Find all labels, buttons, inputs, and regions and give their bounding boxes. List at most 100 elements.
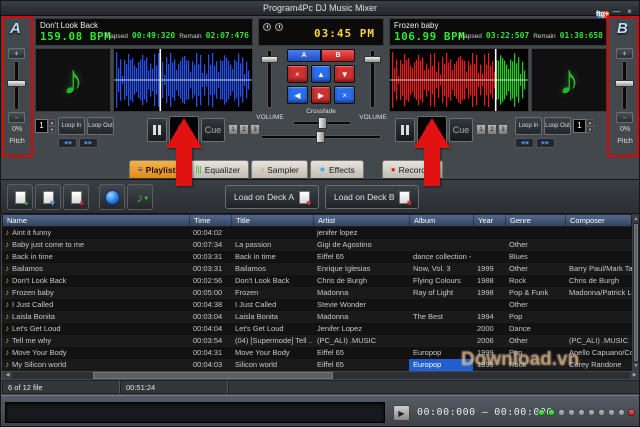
deck-b-pause-button[interactable] xyxy=(395,118,415,142)
column-header-album[interactable]: Album xyxy=(410,215,474,226)
deck-a-hotcue-3-button[interactable]: 3 xyxy=(250,124,260,135)
deck-a-skip-back-button[interactable]: ◀◀ xyxy=(58,138,77,148)
tab-effects[interactable]: ★Effects xyxy=(310,160,364,179)
deck-b-volume-thumb[interactable] xyxy=(364,56,381,63)
column-header-title[interactable]: Title xyxy=(232,215,314,226)
deck-a-pitch-plus-button[interactable]: + xyxy=(8,48,25,59)
cell-album: Now, Vol. 3 xyxy=(409,263,473,275)
tab-playlist[interactable]: ≡Playlist xyxy=(129,160,184,179)
tab-equalizer[interactable]: |||Equalizer xyxy=(186,160,249,179)
deck-a-hotcue-2-button[interactable]: 2 xyxy=(239,124,249,135)
spinner-up-icon[interactable]: ▲ xyxy=(48,119,56,126)
vertical-scrollbar-thumb[interactable] xyxy=(634,224,638,361)
deck-a-hotcue-1-button[interactable]: 1 xyxy=(228,124,238,135)
deck-b-hotcue-3-button[interactable]: 3 xyxy=(498,124,508,135)
deck-b-waveform[interactable] xyxy=(390,49,528,111)
deck-a-pitch-minus-button[interactable]: - xyxy=(8,112,25,123)
spinner-down-icon[interactable]: ▼ xyxy=(586,126,594,133)
mixer-pad[interactable]: ▼ xyxy=(334,65,355,83)
master-balance-thumb[interactable] xyxy=(316,131,325,143)
deck-a-loop-out-button[interactable]: Loop Out xyxy=(87,117,114,135)
playlist-vertical-scrollbar[interactable]: ▲ ▼ xyxy=(632,214,640,371)
deck-b-loop-out-button[interactable]: Loop Out xyxy=(544,117,571,135)
playlist-row[interactable]: ♪I Just Called00:04:38I Just CalledStevi… xyxy=(2,299,632,311)
minimize-button[interactable]: — xyxy=(611,7,622,18)
playlist-row[interactable]: ♪Tell me why00:03:54(04) [Supermode] Tel… xyxy=(2,335,632,347)
scroll-up-icon[interactable]: ▲ xyxy=(633,215,639,223)
playlist-row[interactable]: ♪Frozen baby00:05:00FrozenMadonnaRay of … xyxy=(2,287,632,299)
preview-play-button[interactable]: ▶ xyxy=(393,405,410,421)
mixer-pad[interactable]: × xyxy=(287,65,308,83)
deck-b-loop-count[interactable]: 1 xyxy=(573,119,586,133)
spinner-down-icon[interactable]: ▼ xyxy=(48,126,56,133)
add-file-button[interactable]: + xyxy=(7,184,33,210)
cell-year: 1999 xyxy=(473,263,505,275)
deck-a-loop-in-button[interactable]: Loop In xyxy=(58,117,85,135)
search-online-button[interactable] xyxy=(99,184,125,210)
deck-b-pitch-minus-button[interactable]: - xyxy=(616,112,633,123)
playlist-row[interactable]: ♪Laisla Bonita00:03:04Laisla BonitaMadon… xyxy=(2,311,632,323)
deck-b-skip-forward-button[interactable]: ▶▶ xyxy=(536,138,555,148)
crossfader-assign-b-button[interactable]: B xyxy=(321,49,355,62)
close-button[interactable]: × xyxy=(624,7,635,18)
deck-a-skip-forward-button[interactable]: ▶▶ xyxy=(79,138,98,148)
deck-b-bpm: 106.99 BPM xyxy=(394,30,465,43)
deck-b-cue-button[interactable]: Cue xyxy=(449,118,473,142)
deck-a-cue-button[interactable]: Cue xyxy=(201,118,225,142)
playlist-row[interactable]: ♪Baby just come to me00:07:34La passionG… xyxy=(2,239,632,251)
cell-album: dance collection - I RIE... xyxy=(409,251,473,263)
playlist-row[interactable]: ♪Let's Get Loud00:04:04Let's Get LoudJen… xyxy=(2,323,632,335)
column-header-time[interactable]: Time xyxy=(190,215,232,226)
column-header-artist[interactable]: Artist xyxy=(314,215,410,226)
column-header-composer[interactable]: Composer xyxy=(566,215,633,226)
cell-year: 1998 xyxy=(473,287,505,299)
column-header-year[interactable]: Year xyxy=(474,215,506,226)
playlist-horizontal-scrollbar[interactable]: ◀ ▶ xyxy=(2,371,640,380)
playlist-row[interactable]: ♪Bailamos00:03:31BailamosEnrique Iglesia… xyxy=(2,263,632,275)
deck-b-pitch-slider-thumb[interactable] xyxy=(615,80,634,87)
scroll-left-icon[interactable]: ◀ xyxy=(3,372,12,379)
deck-a-pitch-slider-thumb[interactable] xyxy=(7,80,26,87)
remove-file-button[interactable]: × xyxy=(63,184,89,210)
playlist-row[interactable]: ♪Don't Look Back00:02:56Don't Look BackC… xyxy=(2,275,632,287)
playlist-row[interactable]: ♪Back in time00:03:31Back in timeEiffel … xyxy=(2,251,632,263)
import-music-button[interactable]: ♪▼ xyxy=(127,184,153,210)
scroll-down-icon[interactable]: ▼ xyxy=(633,362,639,370)
mixer-pad[interactable]: × xyxy=(334,86,355,104)
column-header-genre[interactable]: Genre xyxy=(506,215,566,226)
deck-b-artwork-panel: ♪ xyxy=(531,48,607,112)
elapsed-clock-icon[interactable] xyxy=(263,23,271,31)
load-on-deck-b-button[interactable]: Load on Deck B ▼ xyxy=(325,185,419,209)
deck-b-skip-back-button[interactable]: ◀◀ xyxy=(515,138,534,148)
tab-recorder[interactable]: ●Recorder xyxy=(382,160,443,179)
column-header-name[interactable]: Name xyxy=(3,215,190,226)
mixer-pad[interactable]: ◀ xyxy=(287,86,308,104)
deck-a-pause-button[interactable] xyxy=(147,118,167,142)
googleplus-icon[interactable]: g+ xyxy=(601,11,609,18)
load-on-deck-a-button[interactable]: Load on Deck A ▼ xyxy=(225,185,319,209)
deck-b-play-button[interactable]: ▶ xyxy=(417,116,447,144)
deck-b-pitch-plus-button[interactable]: + xyxy=(616,48,633,59)
tab-sampler[interactable]: ♪Sampler xyxy=(251,160,308,179)
spinner-up-icon[interactable]: ▲ xyxy=(586,119,594,126)
deck-a-volume-thumb[interactable] xyxy=(261,56,278,63)
playlist-row[interactable]: ♪Aint it funny00:04:02jenifer lopez xyxy=(2,227,632,239)
deck-b-transport: ▶ Cue 1 2 3 xyxy=(395,116,509,144)
cell-album: Ray of Light xyxy=(409,287,473,299)
load-deck-a-label: Load on Deck A xyxy=(234,192,294,202)
import-file-button[interactable]: ▼ xyxy=(35,184,61,210)
mixer-pad[interactable]: ▲ xyxy=(311,65,332,83)
remain-clock-icon[interactable] xyxy=(275,23,283,31)
time-separator: — xyxy=(482,407,489,418)
scroll-right-icon[interactable]: ▶ xyxy=(630,372,639,379)
horizontal-scrollbar-thumb[interactable] xyxy=(93,372,333,379)
deck-a-play-button[interactable]: ▶ xyxy=(169,116,199,144)
deck-a-waveform[interactable] xyxy=(114,49,252,111)
deck-a-loop-count[interactable]: 1 xyxy=(35,119,48,133)
crossfader-assign-a-button[interactable]: A xyxy=(287,49,321,62)
deck-b-hotcue-1-button[interactable]: 1 xyxy=(476,124,486,135)
deck-b-hotcue-2-button[interactable]: 2 xyxy=(487,124,497,135)
mixer-pad[interactable]: ▶ xyxy=(311,86,332,104)
deck-b-loop-in-button[interactable]: Loop In xyxy=(515,117,542,135)
crossfade-thumb[interactable] xyxy=(318,117,327,129)
